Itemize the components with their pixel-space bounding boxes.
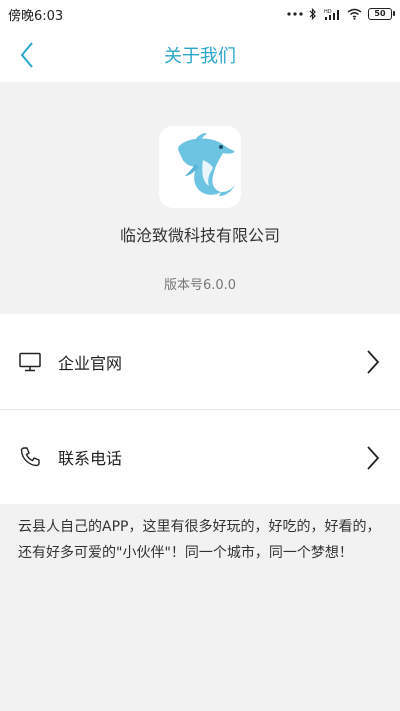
menu-item-label: 联系电话 <box>58 449 123 468</box>
page-title: 关于我们 <box>164 46 236 67</box>
svg-text:HD: HD <box>324 9 332 15</box>
dolphin-logo-icon <box>178 133 235 196</box>
chevron-right-icon <box>367 446 380 470</box>
phone-icon <box>18 445 42 469</box>
chevron-left-icon <box>20 42 33 68</box>
version-label: 版本号6.0.0 <box>163 278 237 293</box>
status-time: 傍晚6:03 <box>8 8 64 24</box>
app-logo <box>159 126 241 208</box>
more-dots-icon <box>287 12 303 16</box>
menu-item-website[interactable]: 企业官网 <box>0 314 400 409</box>
wifi-icon <box>347 8 362 20</box>
company-name: 临沧致微科技有限公司 <box>119 226 280 245</box>
monitor-icon <box>18 350 42 374</box>
menu-item-label: 企业官网 <box>58 353 123 373</box>
app-info-section: 临沧致微科技有限公司 版本号6.0.0 <box>0 82 400 314</box>
hd-signal-icon: HD <box>324 9 339 20</box>
bluetooth-icon <box>309 8 316 20</box>
menu-item-phone[interactable]: 联系电话 <box>0 409 400 504</box>
app-description: 云县人自己的APP，这里有很多好玩的，好吃的，好看的，还有好多可爱的"小伙伴"！… <box>0 504 400 711</box>
settings-menu: 企业官网 联系电话 <box>0 314 400 504</box>
back-button[interactable] <box>8 36 46 74</box>
status-icons: HD 50 <box>287 8 395 21</box>
status-bar: 傍晚6:03 HD 50 <box>0 0 400 28</box>
battery-icon: 50 <box>368 8 395 20</box>
chevron-right-icon <box>367 350 380 374</box>
nav-bar: 关于我们 <box>0 28 400 82</box>
